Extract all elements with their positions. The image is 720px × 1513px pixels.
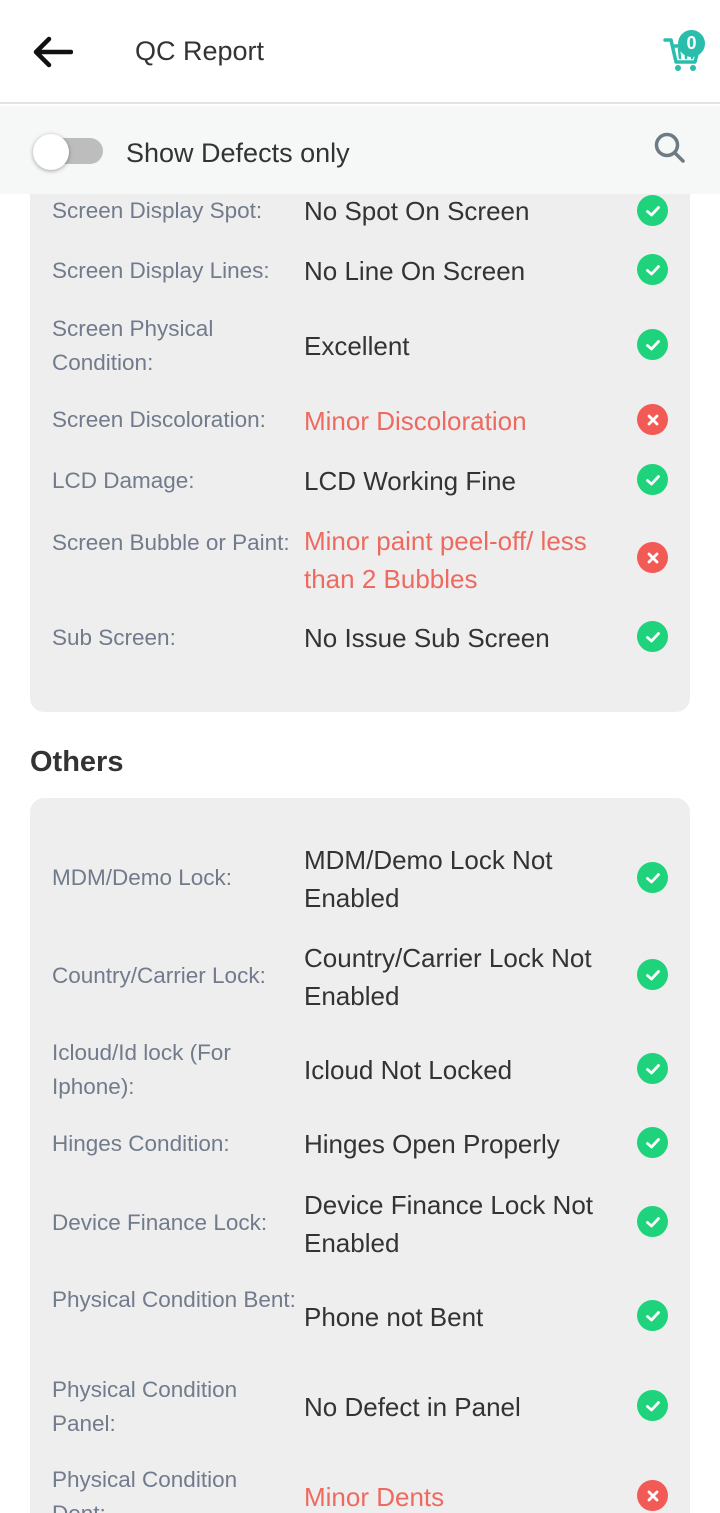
- row-value: No Line On Screen: [304, 256, 526, 286]
- row-label: MDM/Demo Lock:: [52, 865, 233, 890]
- row-value: Country/Carrier Lock Not Enabled: [304, 943, 592, 1011]
- row-value: Minor paint peel-off/ less than 2 Bubble…: [304, 526, 587, 594]
- row-value: Phone not Bent: [304, 1302, 484, 1332]
- fail-icon: [637, 1480, 668, 1511]
- row-label: Screen Physical Condition:: [52, 316, 214, 375]
- row-label: LCD Damage:: [52, 468, 195, 493]
- row-value: Icloud Not Locked: [304, 1055, 513, 1085]
- pass-icon: [637, 329, 668, 360]
- others-card: MDM/Demo Lock: MDM/Demo Lock Not Enabled…: [30, 798, 690, 1513]
- pass-icon: [637, 1390, 668, 1421]
- row-label: Screen Discoloration:: [52, 407, 266, 432]
- row-label: Screen Bubble or Paint:: [52, 530, 290, 555]
- app-bar: QC Report 0: [0, 0, 720, 104]
- toggle-thumb: [33, 134, 69, 170]
- row-value: No Issue Sub Screen: [304, 623, 550, 653]
- pass-icon: [637, 1053, 668, 1084]
- row-label: Sub Screen:: [52, 625, 176, 650]
- row-label: Icloud/Id lock (For Iphone):: [52, 1040, 231, 1099]
- pass-icon: [637, 1206, 668, 1237]
- back-button[interactable]: [28, 30, 76, 74]
- row-value: Device Finance Lock Not Enabled: [304, 1190, 594, 1258]
- row-label: Physical Condition Bent:: [52, 1287, 296, 1312]
- row-value: MDM/Demo Lock Not Enabled: [304, 845, 553, 913]
- cart-count-badge: 0: [678, 30, 705, 57]
- row-label: Screen Display Lines:: [52, 258, 270, 283]
- row-value: Excellent: [304, 331, 410, 361]
- row-value: No Defect in Panel: [304, 1392, 521, 1422]
- row-label: Screen Display Spot:: [52, 198, 263, 223]
- back-arrow-icon: [33, 36, 73, 68]
- filter-bar: Show Defects only: [0, 106, 720, 194]
- show-defects-toggle[interactable]: [33, 134, 103, 170]
- row-label: Device Finance Lock:: [52, 1210, 268, 1235]
- row-label: Hinges Condition:: [52, 1131, 230, 1156]
- pass-icon: [637, 195, 668, 226]
- others-section-title: Others: [30, 746, 124, 778]
- screen-condition-card: Screen Display Spot: No Spot On Screen S…: [30, 150, 690, 712]
- search-button[interactable]: [652, 130, 692, 170]
- row-label: Country/Carrier Lock:: [52, 963, 266, 988]
- pass-icon: [637, 862, 668, 893]
- show-defects-label: Show Defects only: [126, 138, 350, 168]
- row-value: LCD Working Fine: [304, 466, 516, 496]
- row-label: Physical Condition Dent:: [52, 1467, 238, 1513]
- pass-icon: [637, 254, 668, 285]
- search-icon: [654, 132, 685, 163]
- row-value: Minor Discoloration: [304, 406, 527, 436]
- row-value: No Spot On Screen: [304, 196, 530, 226]
- pass-icon: [637, 1300, 668, 1331]
- fail-icon: [637, 404, 668, 435]
- row-value: Minor Dents: [304, 1482, 445, 1512]
- pass-icon: [637, 1127, 668, 1158]
- row-label: Physical Condition Panel:: [52, 1377, 238, 1436]
- page-title: QC Report: [135, 36, 265, 66]
- pass-icon: [637, 621, 668, 652]
- row-value: Hinges Open Properly: [304, 1129, 560, 1159]
- pass-icon: [637, 959, 668, 990]
- fail-icon: [637, 542, 668, 573]
- pass-icon: [637, 464, 668, 495]
